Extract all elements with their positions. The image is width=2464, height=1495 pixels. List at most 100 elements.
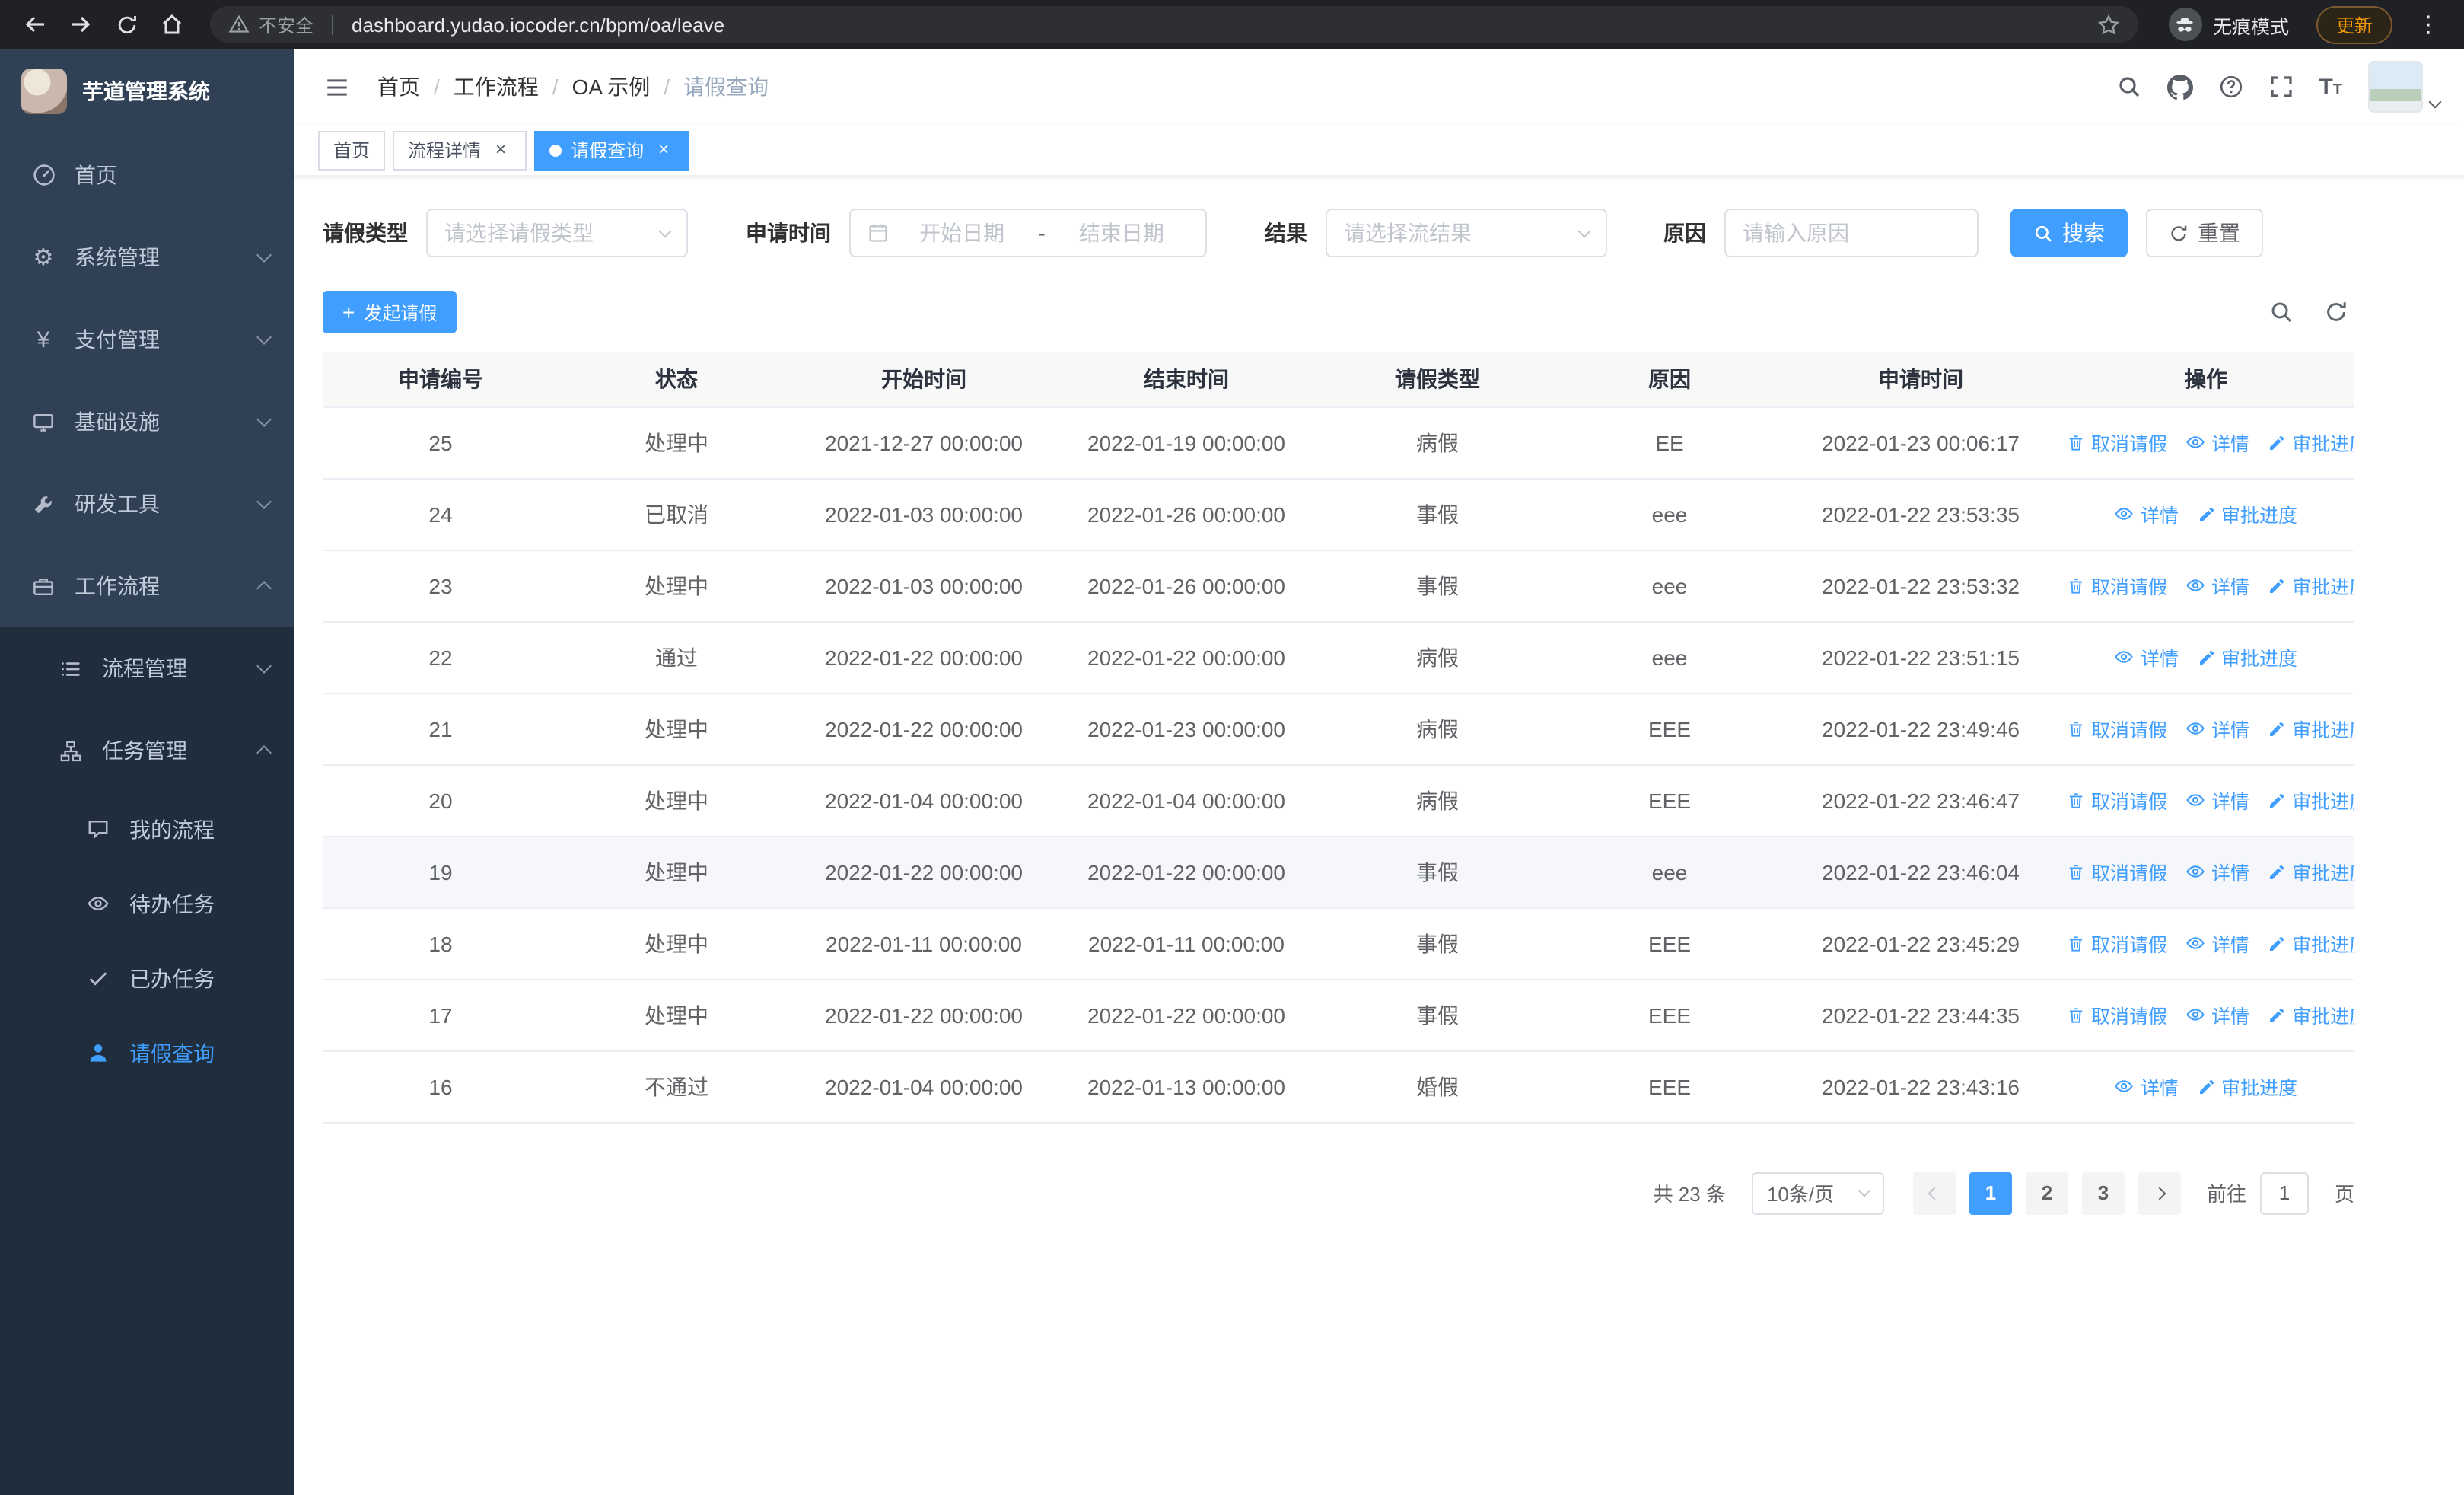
reason-input[interactable]: [1724, 209, 1979, 257]
sidebar-item-home[interactable]: 首页: [0, 134, 294, 216]
close-icon[interactable]: ×: [653, 139, 674, 161]
search-button[interactable]: 搜索: [2010, 209, 2128, 257]
close-icon[interactable]: ×: [490, 139, 511, 161]
action-detail-link[interactable]: 详情: [2185, 857, 2249, 886]
start-date-placeholder: 开始日期: [919, 221, 1005, 245]
page-button-2[interactable]: 2: [2025, 1171, 2068, 1214]
sidebar-item-my-process[interactable]: 我的流程: [0, 792, 294, 866]
sidebar-item-system[interactable]: ⚙ 系统管理: [0, 216, 294, 298]
action-cancel-link[interactable]: 取消请假: [2067, 572, 2167, 601]
date-range-picker[interactable]: 开始日期 - 结束日期: [849, 209, 1207, 257]
user-menu[interactable]: [2368, 61, 2442, 113]
refresh-icon: [2327, 302, 2346, 321]
action-detail-link[interactable]: 详情: [2185, 714, 2249, 743]
breadcrumb-item[interactable]: 首页: [377, 72, 420, 102]
trash-icon: [2069, 435, 2083, 451]
action-progress-link[interactable]: 审批进度: [2268, 929, 2354, 958]
tab-leave-query[interactable]: 请假查询 ×: [534, 130, 690, 170]
action-detail-link[interactable]: 详情: [2115, 642, 2179, 671]
action-detail-link[interactable]: 详情: [2185, 571, 2249, 600]
page-size-select[interactable]: 10条/页: [1751, 1171, 1884, 1214]
incognito-icon: [2168, 8, 2202, 41]
action-detail-link[interactable]: 详情: [2185, 786, 2249, 814]
search-icon: [2033, 223, 2053, 243]
sidebar-item-leave-query[interactable]: 请假查询: [0, 1015, 294, 1090]
chevron-down-icon: [658, 224, 672, 237]
sidebar-item-devtools[interactable]: 研发工具: [0, 463, 294, 545]
action-cancel-link[interactable]: 取消请假: [2067, 858, 2167, 887]
page-button-1[interactable]: 1: [1969, 1171, 2012, 1214]
cell-apply-id: 18: [323, 907, 559, 980]
help-button[interactable]: [2218, 75, 2243, 99]
action-progress-link[interactable]: 审批进度: [2268, 572, 2354, 601]
action-detail-link[interactable]: 详情: [2115, 499, 2179, 528]
sidebar-item-todo-tasks[interactable]: 待办任务: [0, 866, 294, 941]
next-page-button[interactable]: [2138, 1171, 2181, 1214]
menu-kebab-icon[interactable]: ⋮: [2408, 11, 2449, 38]
action-progress-link[interactable]: 审批进度: [2268, 429, 2354, 457]
update-chip[interactable]: 更新: [2316, 5, 2392, 43]
action-progress-link[interactable]: 审批进度: [2268, 786, 2354, 815]
sidebar-item-payment[interactable]: ¥ 支付管理: [0, 298, 294, 381]
action-cancel-link[interactable]: 取消请假: [2067, 1001, 2167, 1030]
tab-process-detail[interactable]: 流程详情 ×: [393, 130, 527, 170]
sidebar-item-done-tasks[interactable]: 已办任务: [0, 941, 294, 1015]
action-cancel-link[interactable]: 取消请假: [2067, 715, 2167, 744]
omnibox[interactable]: 不安全 dashboard.yudao.iocoder.cn/bpm/oa/le…: [210, 6, 2138, 43]
cell-start-time: 2022-01-04 00:00:00: [794, 1050, 1053, 1123]
action-progress-link[interactable]: 审批进度: [2268, 715, 2354, 744]
goto-page-input[interactable]: [2259, 1171, 2309, 1214]
edit-icon: [2270, 865, 2284, 879]
breadcrumb-item[interactable]: OA 示例: [572, 72, 651, 102]
action-cancel-link[interactable]: 取消请假: [2067, 786, 2167, 815]
forward-button[interactable]: [61, 5, 100, 44]
search-toggle-button[interactable]: [2269, 300, 2294, 324]
hamburger-button[interactable]: [318, 68, 356, 106]
page-button-3[interactable]: 3: [2081, 1171, 2125, 1214]
trash-icon: [2069, 721, 2083, 737]
bookmark-star-icon[interactable]: [2097, 13, 2120, 36]
table-row: 22 通过 2022-01-22 00:00:00 2022-01-22 00:00:…: [323, 621, 2354, 693]
fullscreen-button[interactable]: [2268, 75, 2293, 99]
sidebar-item-infrastructure[interactable]: 基础设施: [0, 381, 294, 463]
action-detail-link[interactable]: 详情: [2185, 1000, 2249, 1029]
app-title: 芋道管理系统: [82, 79, 210, 104]
action-detail-link[interactable]: 详情: [2185, 428, 2249, 457]
action-cancel-link[interactable]: 取消请假: [2067, 929, 2167, 958]
back-button[interactable]: [15, 5, 55, 44]
sidebar-item-process-management[interactable]: 流程管理: [0, 627, 294, 709]
sidebar-item-workflow[interactable]: 工作流程: [0, 545, 294, 627]
leave-type-select[interactable]: 请选择请假类型: [426, 209, 688, 257]
home-button[interactable]: [152, 5, 192, 44]
cell-apply-id: 25: [323, 406, 559, 479]
cell-reason: EEE: [1555, 764, 1784, 837]
fontsize-icon[interactable]: TT: [2319, 75, 2342, 98]
tab-home[interactable]: 首页: [318, 130, 386, 170]
action-progress-link[interactable]: 审批进度: [2268, 858, 2354, 887]
action-progress-link[interactable]: 审批进度: [2197, 500, 2297, 529]
reset-button[interactable]: 重置: [2146, 209, 2263, 257]
action-detail-link[interactable]: 详情: [2115, 1072, 2179, 1101]
refresh-table-button[interactable]: [2324, 300, 2348, 324]
eye-icon: [85, 892, 111, 915]
reload-button[interactable]: [107, 5, 146, 44]
action-progress-link[interactable]: 审批进度: [2268, 1001, 2354, 1030]
app-logo-row[interactable]: 芋道管理系统: [0, 49, 294, 134]
result-select[interactable]: 请选择流结果: [1326, 209, 1607, 257]
action-progress-link[interactable]: 审批进度: [2197, 643, 2297, 672]
table-row: 24 已取消 2022-01-03 00:00:00 2022-01-26 00:00…: [323, 478, 2354, 550]
edit-icon: [2270, 435, 2284, 450]
github-button[interactable]: [2166, 74, 2193, 100]
create-leave-button[interactable]: + 发起请假: [323, 291, 457, 333]
action-cancel-link[interactable]: 取消请假: [2067, 429, 2167, 457]
search-button-header[interactable]: [2116, 75, 2141, 99]
prev-page-button[interactable]: [1912, 1171, 1956, 1214]
cell-apply-time: 2022-01-22 23:44:35: [1784, 979, 2058, 1051]
action-progress-link[interactable]: 审批进度: [2197, 1073, 2297, 1101]
yen-icon: ¥: [37, 327, 50, 352]
action-detail-link[interactable]: 详情: [2185, 929, 2249, 958]
breadcrumb-item[interactable]: 工作流程: [454, 72, 539, 102]
cell-apply-id: 16: [323, 1050, 559, 1123]
edit-icon: [2199, 507, 2214, 521]
sidebar-item-task-management[interactable]: 任务管理: [0, 709, 294, 792]
